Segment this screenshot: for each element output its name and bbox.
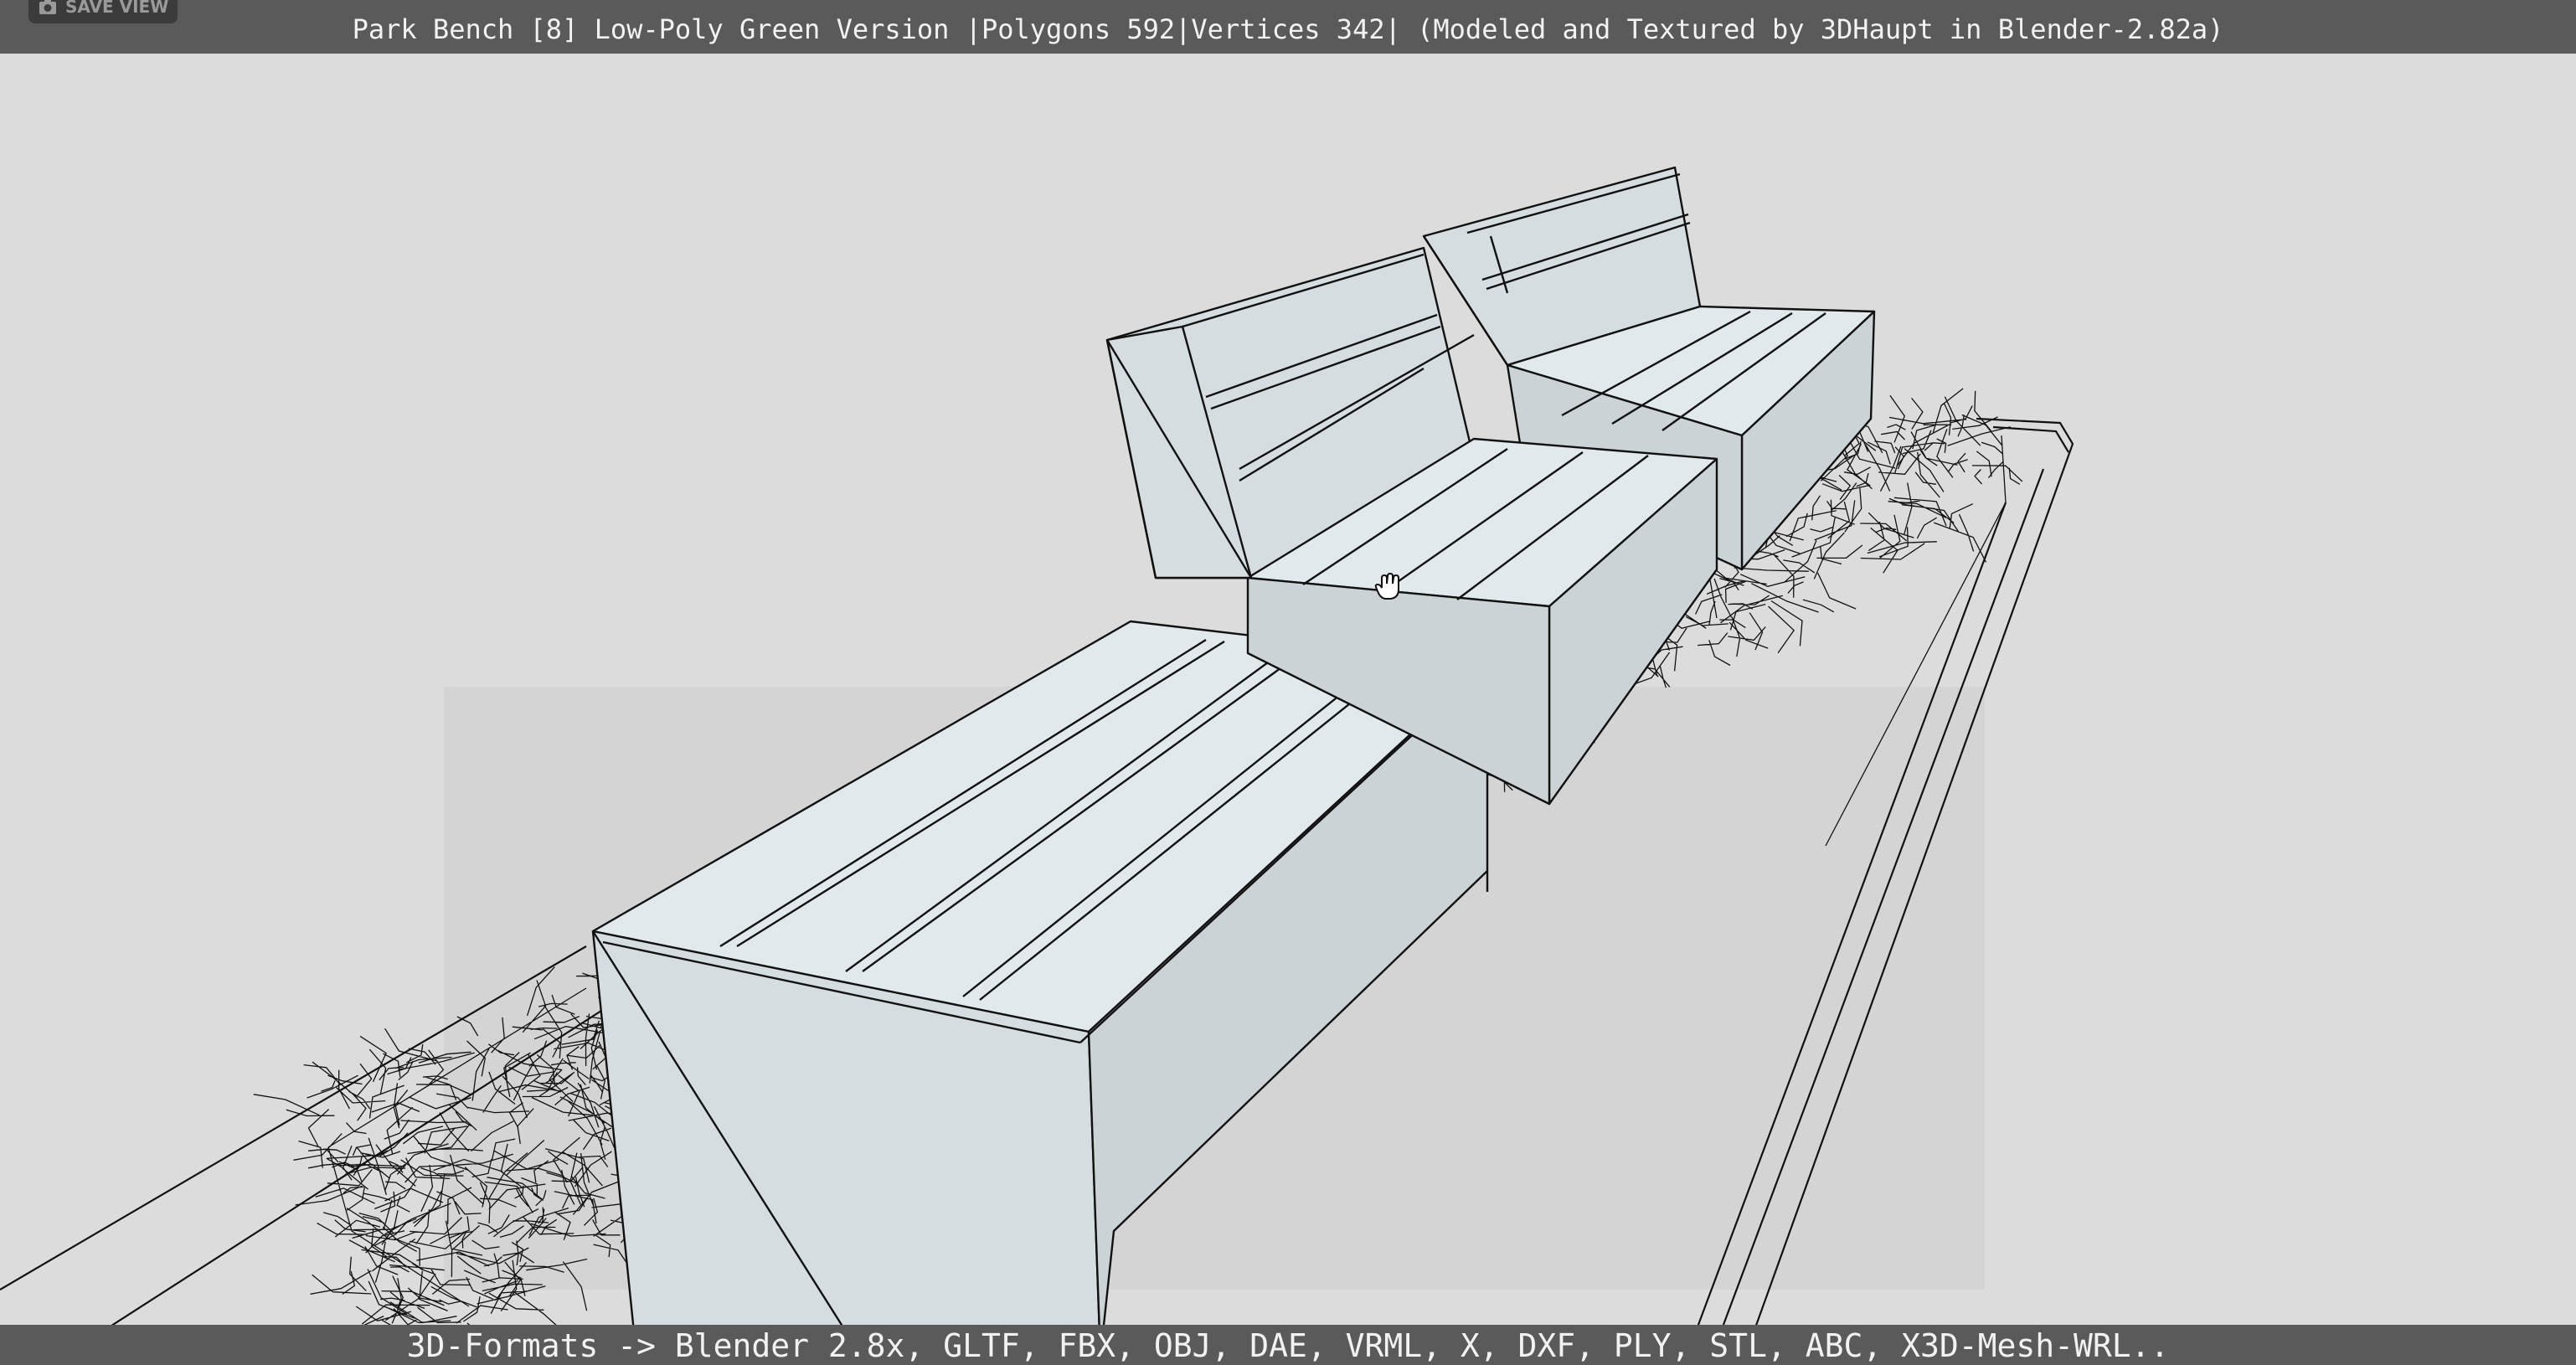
formats-caption: 3D-Formats -> Blender 2.8x, GLTF, FBX, O…	[406, 1327, 2170, 1364]
model-viewer[interactable]: Park Bench [8] Low-Poly Green Version |P…	[0, 0, 2576, 1365]
viewport-3d[interactable]	[0, 0, 2576, 1365]
model-title: Park Bench [8] Low-Poly Green Version |P…	[352, 13, 2224, 45]
save-view-button[interactable]: SAVE VIEW	[28, 0, 178, 23]
save-view-label: SAVE VIEW	[65, 0, 169, 17]
camera-icon	[39, 0, 56, 14]
hand-cursor-icon	[1374, 573, 1399, 600]
